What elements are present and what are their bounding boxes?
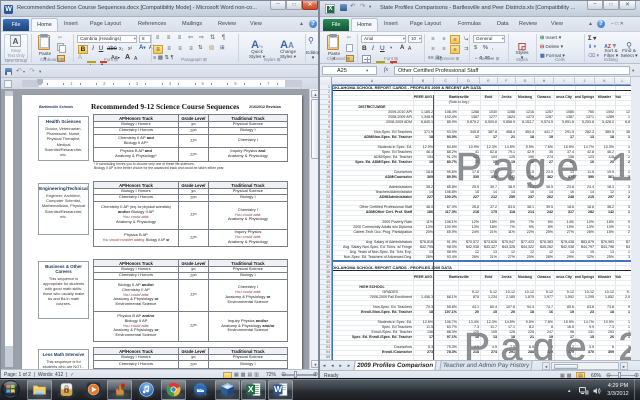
svg-text:X: X — [248, 384, 254, 394]
svg-text:W: W — [274, 384, 283, 394]
